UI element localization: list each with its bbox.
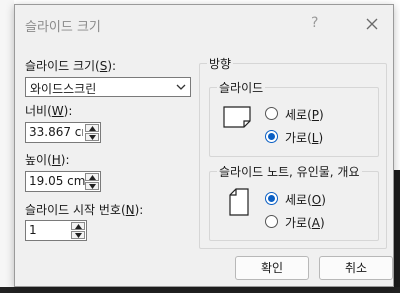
start-number-label: 슬라이드 시작 번호(N): — [25, 203, 144, 217]
slides-portrait-label: 세로(P) — [285, 108, 324, 122]
slide-size-dialog: 슬라이드 크기 ? 슬라이드 크기(S): 와이드스크린 너비(W): 33.8… — [14, 4, 394, 287]
ok-button[interactable]: 확인 — [235, 256, 309, 280]
dialog-titlebar: 슬라이드 크기 ? — [15, 5, 393, 45]
backdrop-bottom-strip — [0, 287, 400, 293]
start-number-decrement-button[interactable] — [71, 231, 85, 239]
backdrop-left-strip — [0, 0, 14, 293]
width-spinner[interactable]: 33.867 cm — [25, 122, 101, 143]
slide-size-dropdown[interactable]: 와이드스크린 — [25, 77, 191, 97]
slide-size-value: 와이드스크린 — [30, 82, 97, 96]
slides-portrait-radio[interactable] — [265, 107, 278, 120]
start-number-spinner[interactable]: 1 — [25, 220, 87, 241]
width-decrement-button[interactable] — [85, 133, 99, 141]
notes-portrait-label: 세로(O) — [285, 193, 326, 207]
triangle-down-icon — [89, 184, 96, 189]
close-button[interactable] — [361, 13, 383, 35]
height-increment-button[interactable] — [85, 173, 99, 181]
triangle-up-icon — [89, 126, 96, 131]
width-label: 너비(W): — [25, 104, 73, 118]
slides-orientation-heading: 슬라이드 — [217, 79, 266, 96]
slide-size-label: 슬라이드 크기(S): — [25, 59, 117, 73]
triangle-up-icon — [75, 224, 82, 229]
triangle-down-icon — [75, 233, 82, 238]
cancel-button[interactable]: 취소 — [319, 256, 393, 280]
width-increment-button[interactable] — [85, 124, 99, 132]
height-label: 높이(H): — [25, 153, 70, 167]
notes-orientation-heading: 슬라이드 노트, 유인물, 개요 — [217, 163, 362, 180]
height-spinner[interactable]: 19.05 cm — [25, 171, 101, 192]
triangle-down-icon — [89, 135, 96, 140]
height-decrement-button[interactable] — [85, 182, 99, 190]
portrait-page-icon — [229, 188, 249, 216]
orientation-heading: 방향 — [207, 55, 234, 72]
width-value: 33.867 cm — [29, 125, 83, 139]
slides-landscape-radio[interactable] — [265, 130, 278, 143]
notes-portrait-radio[interactable] — [265, 192, 278, 205]
help-button[interactable]: ? — [311, 15, 318, 31]
landscape-page-icon — [223, 106, 251, 128]
notes-landscape-radio[interactable] — [265, 215, 278, 228]
height-value: 19.05 cm — [29, 174, 86, 188]
chevron-down-icon — [176, 84, 186, 90]
close-icon — [366, 18, 378, 30]
triangle-up-icon — [89, 175, 96, 180]
slides-landscape-label: 가로(L) — [285, 131, 324, 145]
dialog-title: 슬라이드 크기 — [25, 20, 101, 35]
notes-landscape-label: 가로(A) — [285, 216, 325, 230]
start-number-increment-button[interactable] — [71, 222, 85, 230]
start-number-value: 1 — [29, 223, 37, 237]
